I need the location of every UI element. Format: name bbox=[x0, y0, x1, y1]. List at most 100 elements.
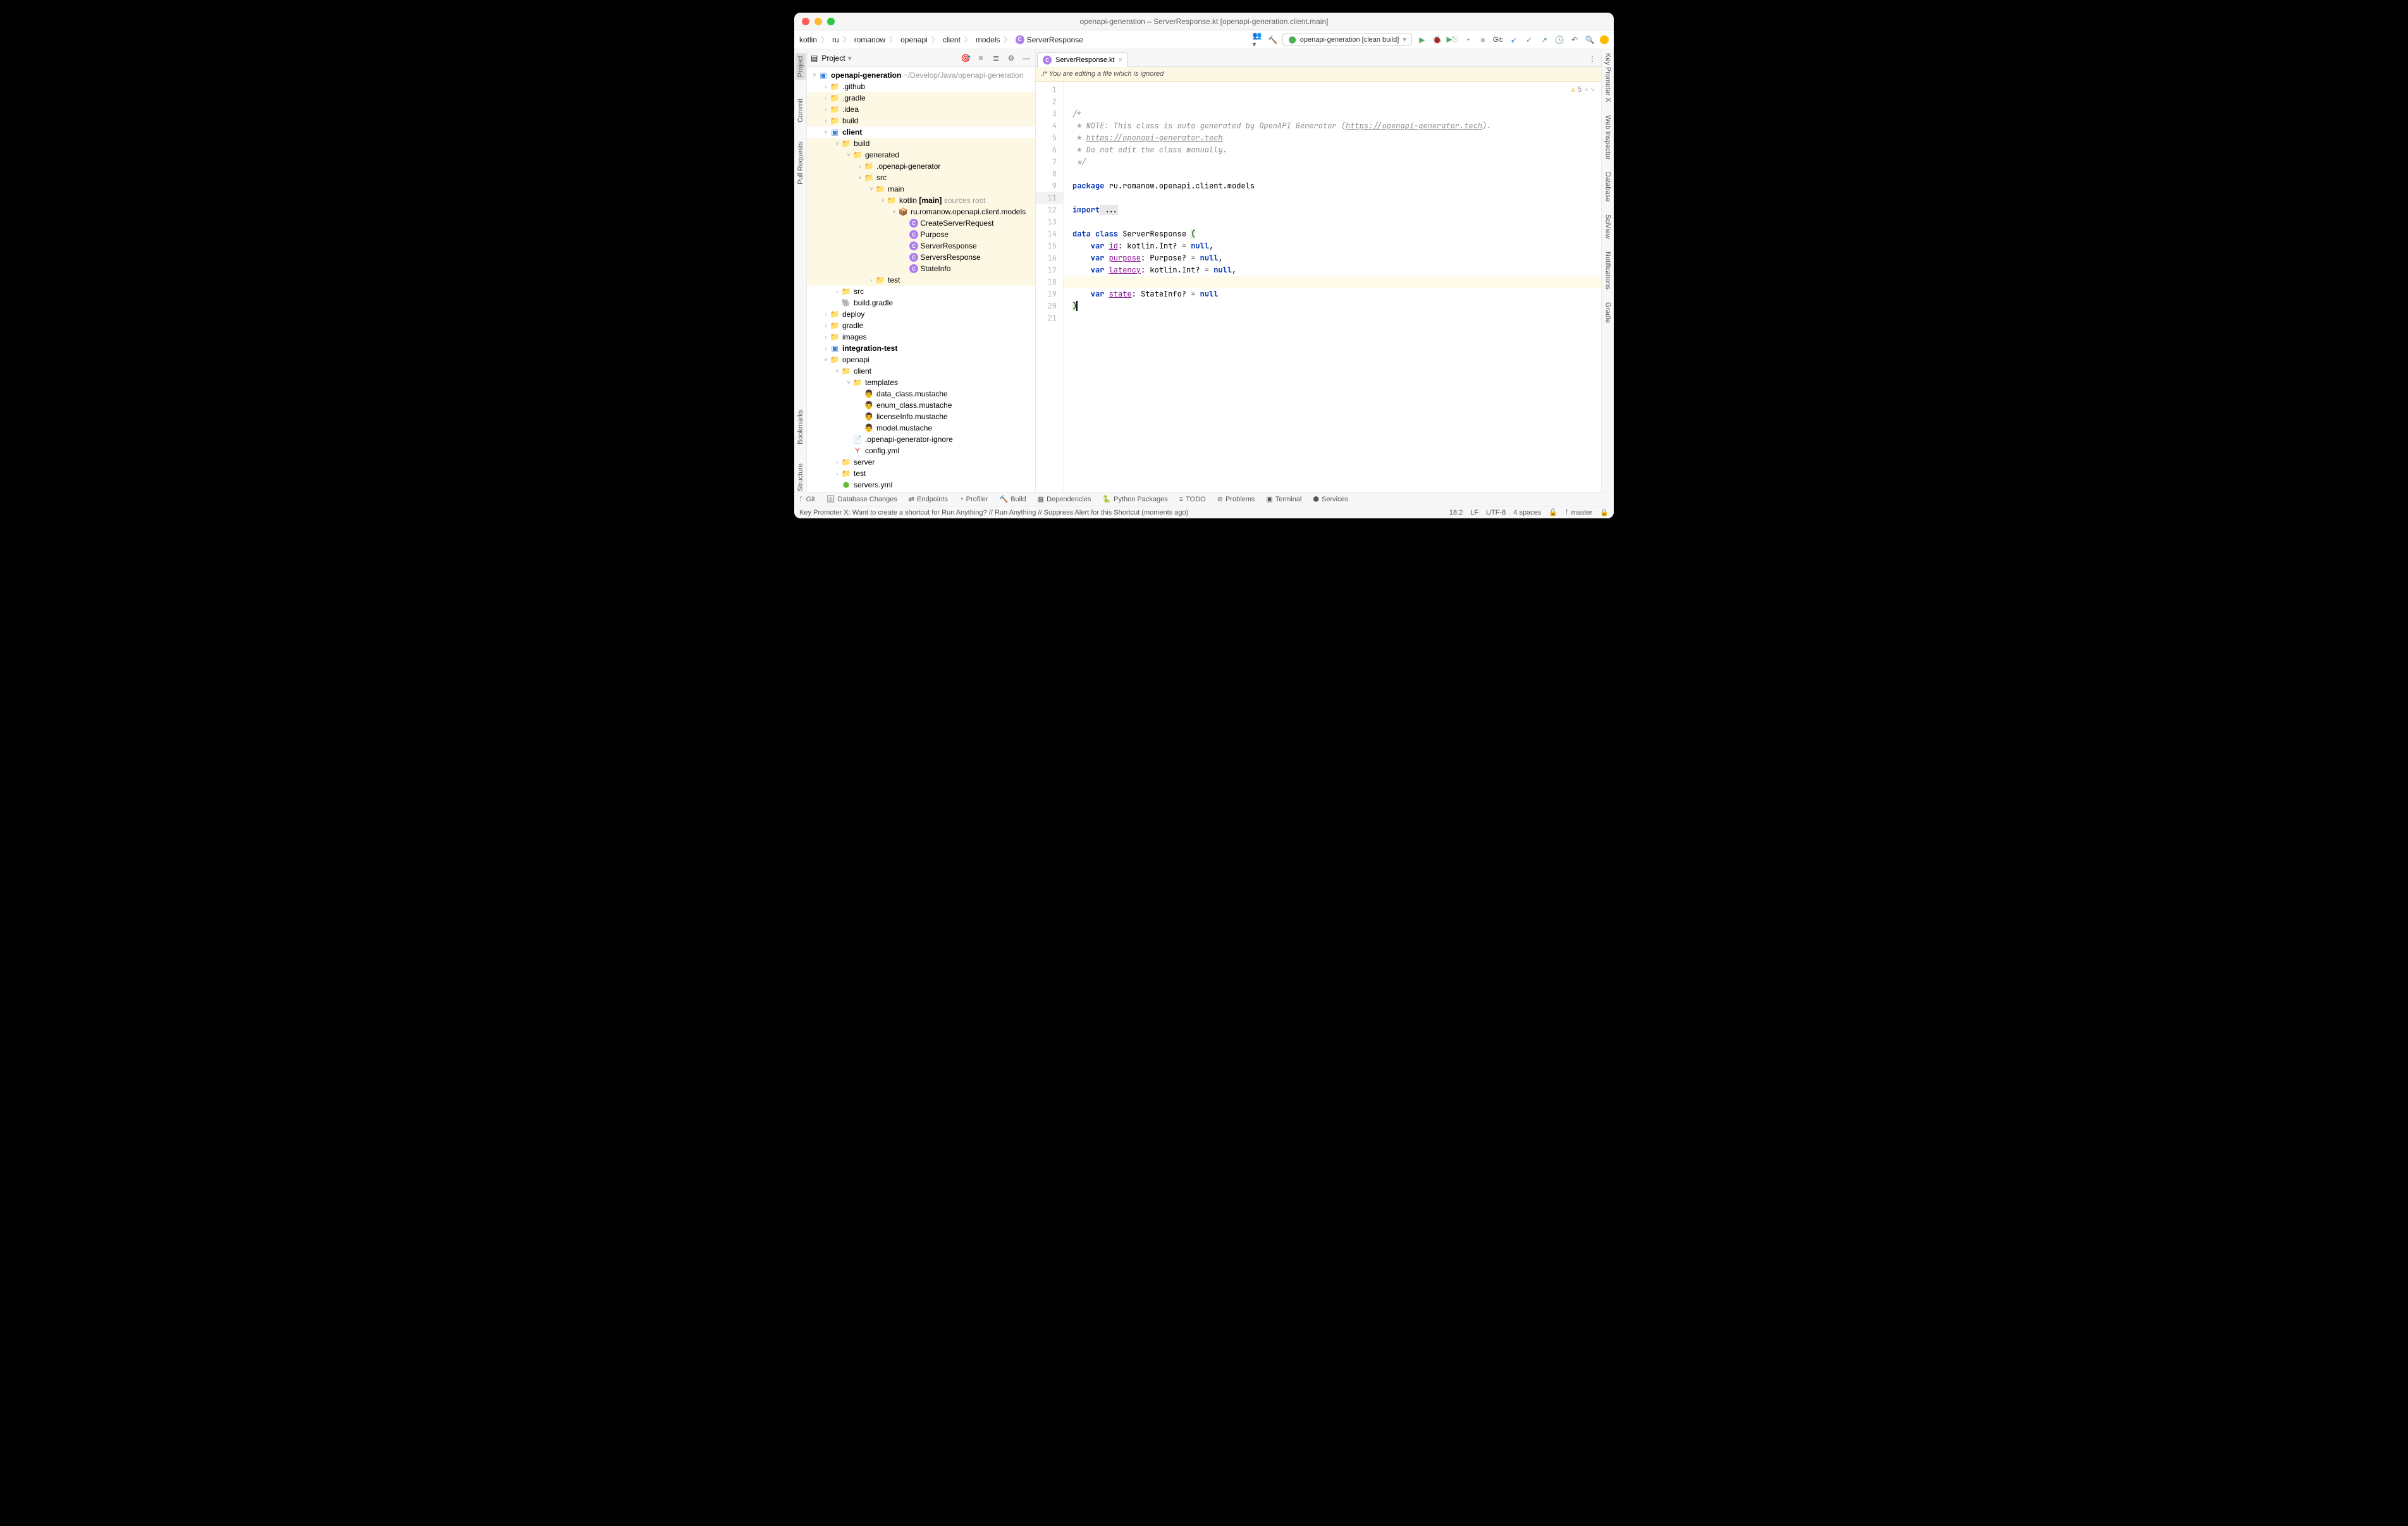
file-icon: 📄 bbox=[852, 434, 863, 444]
rail-structure[interactable]: Structure bbox=[797, 463, 804, 492]
inspection-indicator[interactable]: ⚠ 5 ˄ ˅ bbox=[1571, 84, 1595, 96]
search-everywhere-icon[interactable]: 🔍 bbox=[1585, 35, 1595, 45]
run-config-selector[interactable]: ⬤ openapi-generation [clean build] ▾ bbox=[1282, 34, 1411, 46]
tw-build[interactable]: 🔨 Build bbox=[999, 495, 1026, 503]
collapse-all-icon[interactable]: ≣ bbox=[991, 53, 1001, 63]
rail-sciview[interactable]: SciView bbox=[1604, 214, 1612, 239]
mustache-file-icon: 👨 bbox=[864, 400, 874, 410]
folder-icon: 📁 bbox=[841, 286, 851, 296]
folder-icon: 📁 bbox=[830, 309, 840, 319]
folder-icon: 📁 bbox=[864, 173, 874, 183]
run-icon[interactable]: ▶ bbox=[1417, 35, 1427, 45]
rail-database[interactable]: Database bbox=[1604, 172, 1612, 202]
crumb-serverresponse[interactable]: CServerResponse bbox=[1016, 35, 1083, 44]
crumb-kotlin[interactable]: kotlin bbox=[799, 35, 817, 44]
tw-db-changes[interactable]: 🗄 Database Changes bbox=[826, 495, 897, 503]
vcs-rollback-icon[interactable]: ↶ bbox=[1570, 35, 1580, 45]
rail-gradle[interactable]: Gradle bbox=[1604, 302, 1612, 323]
line-separator[interactable]: LF bbox=[1470, 509, 1478, 516]
build-icon[interactable]: 🔨 bbox=[1267, 35, 1277, 45]
vcs-history-icon[interactable]: 🕓 bbox=[1554, 35, 1564, 45]
ignored-file-notice: .i* You are editing a file which is igno… bbox=[1036, 67, 1601, 82]
locate-icon[interactable]: 🎯 bbox=[961, 53, 971, 63]
code-with-me-icon[interactable]: 👥▾ bbox=[1252, 35, 1262, 45]
folder-icon: 📁 bbox=[830, 320, 840, 331]
package-icon: 📦 bbox=[898, 207, 908, 217]
project-view-dropdown[interactable]: Project▾ bbox=[821, 54, 851, 63]
stop-icon[interactable]: ■ bbox=[1478, 35, 1488, 45]
crumb-openapi[interactable]: openapi bbox=[900, 35, 928, 44]
editor-gutter[interactable]: 1234567891112131415161718192021 bbox=[1036, 82, 1064, 492]
settings-suggest-icon[interactable] bbox=[1600, 35, 1609, 44]
mustache-file-icon: 👨 bbox=[864, 412, 874, 422]
rail-key-promoter[interactable]: Key Promoter X bbox=[1604, 53, 1612, 102]
crumb-client[interactable]: client bbox=[943, 35, 961, 44]
expand-all-icon[interactable]: ≡ bbox=[976, 53, 986, 63]
hide-panel-icon[interactable]: — bbox=[1021, 53, 1031, 63]
folder-icon: 📁 bbox=[841, 366, 851, 376]
folder-icon: 📁 bbox=[841, 457, 851, 467]
rail-notifications[interactable]: Notifications bbox=[1604, 252, 1612, 290]
folder-icon: 📁 bbox=[875, 184, 885, 194]
tw-profiler[interactable]: ◔ Profiler bbox=[959, 496, 988, 503]
tw-endpoints[interactable]: ⇄ Endpoints bbox=[909, 495, 948, 503]
folder-icon: 📁 bbox=[864, 161, 874, 171]
crumb-ru[interactable]: ru bbox=[832, 35, 839, 44]
tw-dependencies[interactable]: ▦ Dependencies bbox=[1038, 495, 1091, 503]
crumb-romanow[interactable]: romanow bbox=[854, 35, 885, 44]
rail-bookmarks[interactable]: Bookmarks bbox=[797, 410, 804, 444]
close-window[interactable] bbox=[802, 18, 809, 25]
editor-code[interactable]: /* * NOTE: This class is auto generated … bbox=[1064, 82, 1601, 492]
panel-settings-icon[interactable]: ⚙ bbox=[1006, 53, 1016, 63]
status-message: Key Promoter X: Want to create a shortcu… bbox=[799, 509, 1188, 516]
bottom-tool-bar: ᚶ Git 🗄 Database Changes ⇄ Endpoints ◔ P… bbox=[794, 492, 1614, 506]
project-panel-header: ▤ Project▾ 🎯 ≡ ≣ ⚙ — bbox=[807, 49, 1035, 67]
encoding[interactable]: UTF-8 bbox=[1486, 509, 1506, 516]
rail-pull-requests[interactable]: Pull Requests bbox=[797, 142, 804, 185]
profiler-icon[interactable]: ◔ bbox=[1463, 35, 1473, 45]
next-highlight-icon[interactable]: ˅ bbox=[1591, 84, 1595, 96]
rail-web-inspector[interactable]: Web Inspector bbox=[1604, 115, 1612, 160]
folder-icon: 📁 bbox=[852, 377, 863, 388]
mustache-file-icon: 👨 bbox=[864, 423, 874, 433]
kotlin-class-icon: C bbox=[909, 230, 918, 239]
swagger-file-icon: ⬢ bbox=[841, 480, 851, 490]
git-branch[interactable]: ᚶ master bbox=[1565, 509, 1592, 516]
right-tool-rail: Key Promoter X Web Inspector Database Sc… bbox=[1601, 49, 1614, 492]
warning-icon: ⚠ bbox=[1571, 84, 1575, 96]
rail-commit[interactable]: Commit bbox=[797, 99, 804, 123]
debug-icon[interactable]: 🐞 bbox=[1432, 35, 1442, 45]
maximize-window[interactable] bbox=[827, 18, 835, 25]
close-tab-icon[interactable]: × bbox=[1119, 56, 1122, 64]
project-tree[interactable]: ˅▣openapi-generation ~/Develop/Java/open… bbox=[807, 67, 1035, 492]
run-coverage-icon[interactable]: ▶⎋ bbox=[1447, 35, 1458, 45]
git-label: Git: bbox=[1493, 36, 1504, 44]
minimize-window[interactable] bbox=[814, 18, 822, 25]
tab-options-icon[interactable]: ⋮ bbox=[1587, 54, 1597, 64]
kotlin-class-icon: C bbox=[909, 241, 918, 250]
tw-problems[interactable]: ⊘ Problems bbox=[1217, 495, 1255, 503]
vcs-commit-icon[interactable]: ✓ bbox=[1524, 35, 1534, 45]
window-title: openapi-generation – ServerResponse.kt [… bbox=[1080, 17, 1329, 26]
tw-terminal[interactable]: ▣ Terminal bbox=[1266, 495, 1301, 503]
prev-highlight-icon[interactable]: ˄ bbox=[1585, 84, 1588, 96]
editor-tab-serverresponse[interactable]: C ServerResponse.kt × bbox=[1037, 52, 1128, 67]
vcs-update-icon[interactable]: ↙ bbox=[1509, 35, 1519, 45]
rail-project[interactable]: Project bbox=[796, 53, 806, 80]
tw-todo[interactable]: ≡ TODO bbox=[1179, 496, 1206, 503]
folder-icon: 📁 bbox=[875, 275, 885, 285]
caret-position[interactable]: 18:2 bbox=[1449, 509, 1463, 516]
indent[interactable]: 4 spaces bbox=[1513, 509, 1541, 516]
folder-icon: 📁 bbox=[830, 116, 840, 126]
vcs-push-icon[interactable]: ↗ bbox=[1539, 35, 1549, 45]
editor-tabbar: C ServerResponse.kt × ⋮ bbox=[1036, 49, 1601, 67]
lock-icon[interactable]: 🔒 bbox=[1600, 508, 1609, 516]
tw-services[interactable]: ⬢ Services bbox=[1313, 495, 1348, 503]
yaml-file-icon: Y bbox=[852, 446, 863, 456]
tw-git[interactable]: ᚶ Git bbox=[799, 496, 815, 503]
tw-python[interactable]: 🐍 Python Packages bbox=[1102, 495, 1167, 503]
crumb-models[interactable]: models bbox=[976, 35, 1000, 44]
readonly-icon[interactable]: 🔓 bbox=[1549, 508, 1557, 516]
run-config-label: openapi-generation [clean build] bbox=[1300, 36, 1399, 44]
folder-icon: ▤ bbox=[811, 54, 818, 63]
